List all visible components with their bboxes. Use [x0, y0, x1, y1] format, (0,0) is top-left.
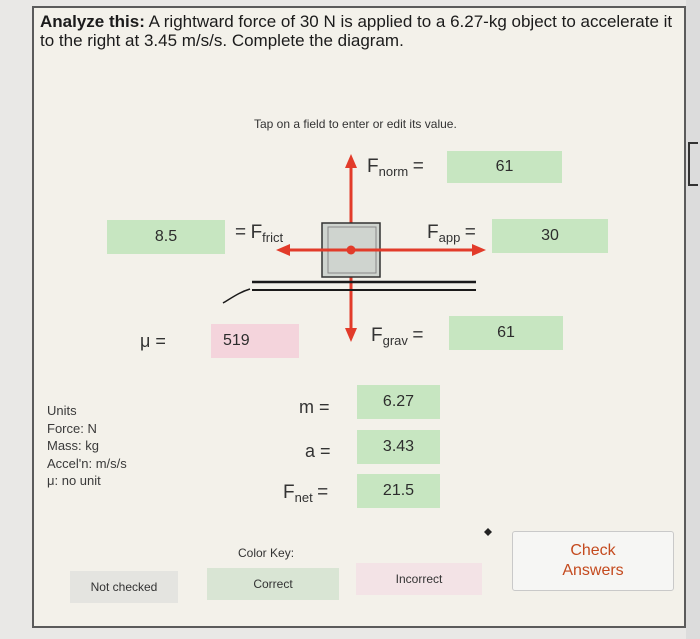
units-title: Units: [47, 403, 77, 418]
mass-field[interactable]: 6.27: [357, 385, 440, 419]
fgrav-field[interactable]: 61: [449, 316, 563, 350]
mu-label: μ =: [140, 331, 166, 351]
accel-field[interactable]: 3.43: [357, 430, 440, 464]
fgrav-label: Fgrav =: [371, 325, 424, 348]
fnorm-label: Fnorm =: [367, 156, 424, 179]
mu-field[interactable]: 519: [211, 324, 299, 358]
check-answers-button[interactable]: Check Answers: [512, 531, 674, 591]
units-mu: μ: no unit: [47, 473, 101, 488]
force-origin-dot: [346, 245, 356, 255]
legend-not-checked: Not checked: [70, 571, 178, 603]
cursor-mark: [484, 528, 492, 536]
check-button-line2: Answers: [562, 562, 624, 579]
fnorm-field[interactable]: 61: [447, 151, 562, 183]
norm-arrowhead: [345, 154, 357, 168]
app-arrowhead: [472, 244, 486, 256]
units-force: Force: N: [47, 420, 97, 436]
ffrict-field[interactable]: 8.5: [107, 220, 225, 254]
surface-curve: [222, 288, 251, 304]
units-mass: Mass: kg: [47, 438, 100, 453]
fnet-label: Fnet =: [283, 482, 329, 505]
legend-correct: Correct: [207, 568, 339, 600]
color-key-label: Color Key:: [238, 546, 295, 560]
frict-arrowhead: [276, 244, 290, 256]
fnet-field[interactable]: 21.5: [357, 474, 440, 508]
units-legend: Units Force: N Mass: kg Accel'n: m/s/s μ…: [47, 402, 127, 490]
fapp-field[interactable]: 30: [492, 219, 608, 253]
accel-label: a =: [305, 441, 331, 461]
mass-label: m =: [299, 397, 330, 417]
legend-incorrect: Incorrect: [356, 563, 482, 595]
grav-arrowhead: [345, 328, 357, 342]
ffrict-label: = Ffrict: [235, 222, 284, 245]
units-accel: Accel'n: m/s/s: [47, 455, 127, 471]
fapp-label: Fapp =: [427, 222, 476, 245]
check-button-line1: Check: [570, 542, 616, 559]
